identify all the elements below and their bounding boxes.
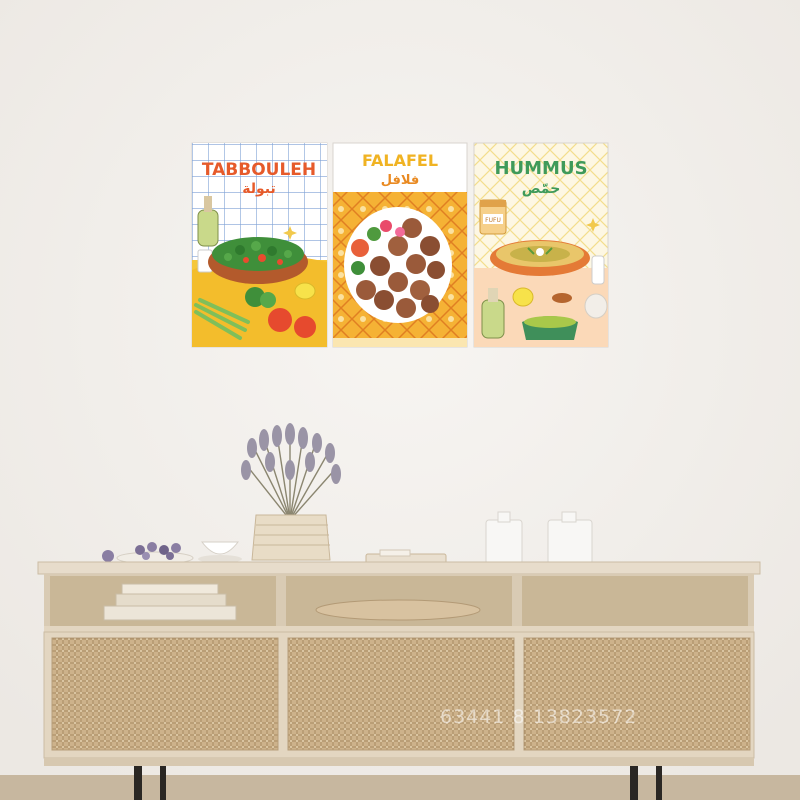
poster-falafel-subtitle: فلافل bbox=[381, 173, 420, 188]
wooden-tray bbox=[315, 599, 481, 621]
room-scene: TABBOULEH تبولة FALAFEL فلافل FUFU HUMMU… bbox=[0, 0, 800, 800]
rattan-door-middle bbox=[287, 637, 515, 751]
watermark-text: 63441 8 13823572 bbox=[440, 706, 638, 728]
poster-tabbouleh-title: TABBOULEH bbox=[202, 160, 316, 180]
rattan-door-right bbox=[523, 637, 751, 751]
poster-falafel-title: FALAFEL bbox=[362, 151, 438, 170]
hummus-jar-label: FUFU bbox=[485, 217, 501, 224]
floor bbox=[0, 775, 800, 800]
book-stack bbox=[103, 605, 237, 621]
poster-hummus-subtitle: حمّص bbox=[522, 181, 561, 197]
cabinet-leg bbox=[134, 766, 142, 800]
rattan-door-left bbox=[51, 637, 279, 751]
poster-tabbouleh-subtitle: تبولة bbox=[242, 181, 276, 197]
sideboard-cabinet bbox=[37, 561, 761, 800]
poster-hummus-title: HUMMUS bbox=[494, 158, 587, 179]
scene-illustration: TABBOULEH تبولة FALAFEL فلافل FUFU HUMMU… bbox=[0, 0, 800, 800]
